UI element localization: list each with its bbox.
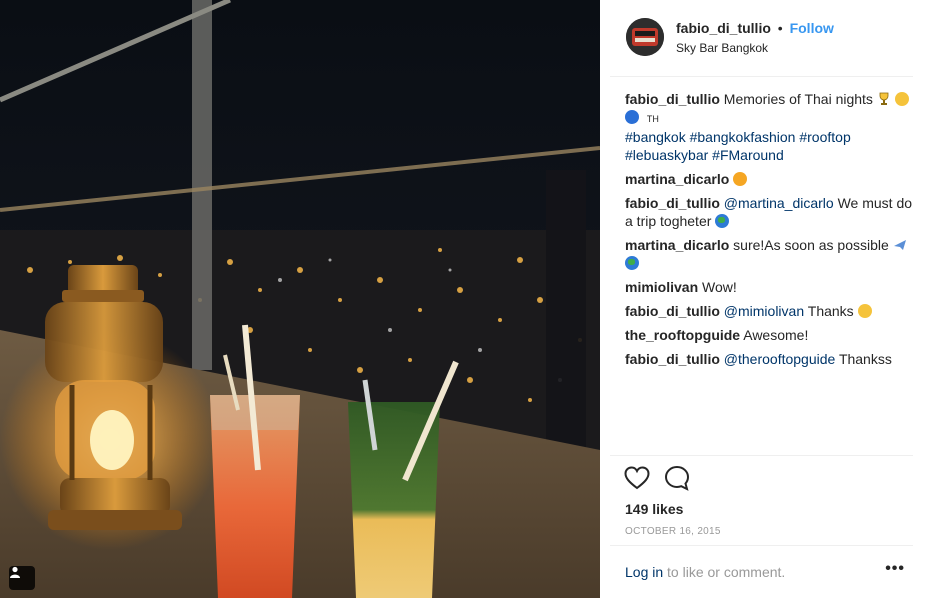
follow-button[interactable]: Follow — [790, 20, 834, 36]
comment-item: martina_dicarlo — [625, 170, 915, 188]
smile-emoji-icon — [894, 92, 909, 106]
hashtags-line-1[interactable]: #bangkok #bangkokfashion #rooftop — [625, 129, 851, 145]
hashtags-line-2[interactable]: #lebuaskybar #FMaround — [625, 147, 784, 163]
airplane-emoji-icon — [893, 238, 907, 252]
location-pin-emoji-icon — [625, 110, 639, 124]
comment-author[interactable]: martina_dicarlo — [625, 237, 729, 253]
comment-item: martina_dicarlo sure!As soon as possible — [625, 236, 915, 272]
comment-author[interactable]: fabio_di_tullio — [625, 303, 720, 319]
comment-text: Thankss — [838, 351, 892, 367]
comment-author[interactable]: the_rooftopguide — [625, 327, 740, 343]
caption: fabio_di_tullio Memories of Thai nights … — [625, 90, 915, 164]
post-footer: Log in to like or comment. ••• — [610, 545, 913, 599]
post-location[interactable]: Sky Bar Bangkok — [676, 41, 768, 55]
comment-text: sure!As soon as possible — [733, 237, 889, 253]
smile-emoji-icon — [857, 304, 872, 318]
caption-text: Memories of Thai nights — [723, 91, 873, 107]
post-date: OCTOBER 16, 2015 — [625, 526, 721, 537]
avatar[interactable] — [626, 18, 664, 56]
country-code: TH — [646, 114, 659, 124]
comment-item: mimiolivan Wow! — [625, 278, 915, 296]
comment-mention[interactable]: @martina_dicarlo — [724, 195, 834, 211]
more-options-icon[interactable]: ••• — [885, 560, 905, 578]
user-tag-icon[interactable] — [9, 566, 35, 590]
heart-eyes-emoji-icon — [733, 172, 748, 186]
comment-icon[interactable] — [664, 465, 690, 496]
comment-author[interactable]: mimiolivan — [625, 279, 698, 295]
photo-illustration — [0, 0, 600, 598]
comment-author[interactable]: fabio_di_tullio — [625, 351, 720, 367]
comment-author[interactable]: fabio_di_tullio — [625, 195, 720, 211]
post-actions: 149 likes OCTOBER 16, 2015 — [610, 455, 913, 546]
separator-dot: • — [777, 20, 783, 36]
comment-mention[interactable]: @therooftopguide — [724, 351, 836, 367]
login-prompt-text: to like or comment. — [667, 564, 786, 580]
likes-count[interactable]: 149 likes — [625, 501, 683, 517]
post-photo[interactable] — [0, 0, 600, 598]
comment-item: fabio_di_tullio @martina_dicarlo We must… — [625, 194, 915, 230]
globe-emoji-icon — [715, 214, 730, 228]
comment-text: Thanks — [807, 303, 854, 319]
comment-item: fabio_di_tullio @therooftopguide Thankss — [625, 350, 915, 368]
comment-item: the_rooftopguide Awesome! — [625, 326, 915, 344]
login-prompt: Log in to like or comment. — [625, 564, 785, 580]
globe-emoji-icon — [625, 256, 639, 270]
trophy-emoji-icon — [877, 92, 891, 106]
post-username[interactable]: fabio_di_tullio — [676, 20, 771, 36]
login-link[interactable]: Log in — [625, 564, 663, 580]
heart-icon[interactable] — [624, 466, 650, 495]
comments-list: fabio_di_tullio Memories of Thai nights … — [625, 90, 915, 374]
comment-author[interactable]: martina_dicarlo — [625, 171, 729, 187]
username-row: fabio_di_tullio • Follow — [676, 20, 834, 36]
comment-text: Wow! — [702, 279, 737, 295]
post-sidebar: fabio_di_tullio • Follow Sky Bar Bangkok… — [610, 0, 913, 598]
comment-mention[interactable]: @mimiolivan — [724, 303, 804, 319]
comment-item: fabio_di_tullio @mimiolivan Thanks — [625, 302, 915, 320]
comment-author[interactable]: fabio_di_tullio — [625, 91, 720, 107]
comment-text: Awesome! — [743, 327, 809, 343]
post-header: fabio_di_tullio • Follow Sky Bar Bangkok — [610, 0, 913, 77]
